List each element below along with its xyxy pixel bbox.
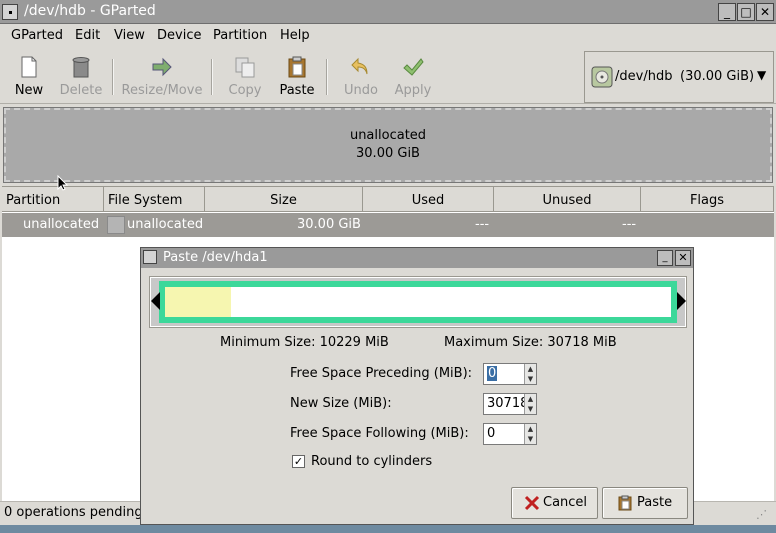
maximum-size-label: Maximum Size: 30718 MiB (444, 335, 617, 350)
device-selector[interactable]: /dev/hdb (30.00 GiB) ▼ (584, 51, 774, 103)
disk-graph[interactable]: unallocated 30.00 GiB (3, 107, 773, 183)
new-label: New (14, 83, 44, 98)
used-space-fill (165, 287, 231, 317)
menu-gparted[interactable]: GParted (11, 28, 63, 43)
cancel-label: Cancel (543, 495, 588, 510)
close-icon[interactable]: ✕ (756, 3, 774, 21)
window-title: /dev/hdb - GParted (24, 3, 156, 19)
delete-label: Delete (59, 83, 103, 98)
spinner-arrows-icon[interactable]: ▲ ▼ (524, 424, 536, 444)
dialog-titlebar: Paste /dev/hda1 _ ✕ (141, 248, 693, 268)
copy-button[interactable]: Copy (222, 53, 268, 101)
harddisk-icon (591, 66, 613, 88)
paste-confirm-button[interactable]: Paste (602, 487, 688, 519)
left-resize-handle[interactable] (151, 292, 160, 310)
menu-help[interactable]: Help (280, 28, 310, 43)
column-header-size[interactable]: Size (205, 186, 363, 212)
checkmark-icon (403, 58, 424, 76)
paste-confirm-label: Paste (637, 495, 673, 510)
paste-dialog: Paste /dev/hda1 _ ✕ Minimum Size: 10229 … (140, 247, 694, 525)
filesystem-color-swatch (107, 216, 125, 234)
cell-size: 30.00 GiB (297, 217, 361, 232)
status-text: 0 operations pending (4, 505, 143, 520)
cancel-button[interactable]: Cancel (511, 487, 598, 519)
cancel-x-icon (524, 495, 540, 511)
resize-move-label: Resize/Move (121, 83, 203, 98)
right-resize-handle[interactable] (677, 292, 686, 310)
diskmap-size: 30.00 GiB (356, 146, 420, 161)
menu-edit[interactable]: Edit (75, 28, 100, 43)
dialog-minimize-icon[interactable]: _ (657, 250, 673, 266)
undo-button[interactable]: Undo (338, 53, 384, 101)
column-header-unused[interactable]: Unused (494, 186, 641, 212)
minimize-icon[interactable]: _ (718, 3, 736, 21)
round-to-cylinders-checkbox[interactable]: ✓ (292, 455, 305, 468)
paste-clipboard-icon (618, 495, 632, 511)
paste-clipboard-icon (288, 56, 306, 78)
trash-icon (72, 57, 90, 78)
apply-button[interactable]: Apply (390, 53, 436, 101)
resize-move-icon (152, 57, 172, 77)
spinner-arrows-icon[interactable]: ▲ ▼ (524, 364, 536, 384)
free-space-following-value[interactable]: 0 (487, 426, 495, 441)
checkmark-icon: ✓ (293, 455, 304, 468)
delete-button[interactable]: Delete (56, 53, 106, 101)
menu-partition[interactable]: Partition (213, 28, 267, 43)
mouse-pointer-icon (57, 175, 69, 191)
toolbar-separator (112, 59, 114, 95)
paste-button[interactable]: Paste (274, 53, 320, 101)
free-space-preceding-spinner[interactable]: 0 ▲ ▼ (483, 363, 537, 385)
cell-partition: unallocated (23, 217, 100, 232)
partition-resizer[interactable] (149, 276, 687, 328)
device-size: (30.00 GiB) (680, 69, 755, 84)
cell-used: --- (475, 217, 490, 232)
maximize-icon[interactable]: □ (737, 3, 755, 21)
new-size-value[interactable]: 30718 (487, 396, 528, 411)
dialog-close-icon[interactable]: ✕ (675, 250, 691, 266)
toolbar-separator (326, 59, 328, 95)
free-space-following-spinner[interactable]: 0 ▲ ▼ (483, 423, 537, 445)
copy-icon (235, 57, 255, 78)
dialog-title: Paste /dev/hda1 (163, 250, 268, 265)
cell-filesystem: unallocated (127, 217, 204, 232)
new-button[interactable]: New (6, 53, 52, 101)
column-header-filesystem[interactable]: File System (104, 186, 205, 212)
partition-box[interactable] (159, 281, 677, 323)
copy-label: Copy (228, 83, 262, 98)
free-space-preceding-label: Free Space Preceding (MiB): (290, 366, 473, 381)
menu-view[interactable]: View (114, 28, 145, 43)
dialog-menu-icon[interactable] (143, 250, 157, 264)
resize-move-button[interactable]: Resize/Move (120, 53, 204, 101)
desktop-strip (0, 525, 776, 533)
window-menu-icon[interactable] (2, 4, 18, 20)
menubar: GParted Edit View Device Partition Help (0, 25, 776, 49)
new-size-label: New Size (MiB): (290, 396, 392, 411)
undo-label: Undo (344, 83, 378, 98)
round-to-cylinders-label: Round to cylinders (311, 454, 433, 469)
dropdown-arrow-icon: ▼ (757, 68, 767, 82)
minimum-size-label: Minimum Size: 10229 MiB (220, 335, 389, 350)
new-document-icon (21, 56, 37, 78)
device-path: /dev/hdb (615, 69, 673, 84)
column-header-flags[interactable]: Flags (641, 186, 774, 212)
free-space-preceding-value[interactable]: 0 (487, 366, 498, 381)
spinner-arrows-icon[interactable]: ▲ ▼ (524, 394, 536, 414)
apply-label: Apply (394, 83, 432, 98)
toolbar-separator (211, 59, 213, 95)
menu-device[interactable]: Device (157, 28, 201, 43)
column-header-partition[interactable]: Partition (2, 186, 104, 212)
window-titlebar: /dev/hdb - GParted _ □ ✕ (0, 0, 776, 24)
undo-icon (351, 57, 368, 75)
diskmap-label: unallocated (349, 128, 427, 143)
resize-grip-icon[interactable]: ⋰ (756, 508, 767, 521)
free-space-following-label: Free Space Following (MiB): (290, 426, 469, 441)
column-header-used[interactable]: Used (363, 186, 494, 212)
new-size-spinner[interactable]: 30718 ▲ ▼ (483, 393, 537, 415)
table-row[interactable]: unallocated unallocated 30.00 GiB --- --… (2, 213, 774, 237)
cell-unused: --- (622, 217, 637, 232)
paste-label: Paste (279, 83, 315, 98)
